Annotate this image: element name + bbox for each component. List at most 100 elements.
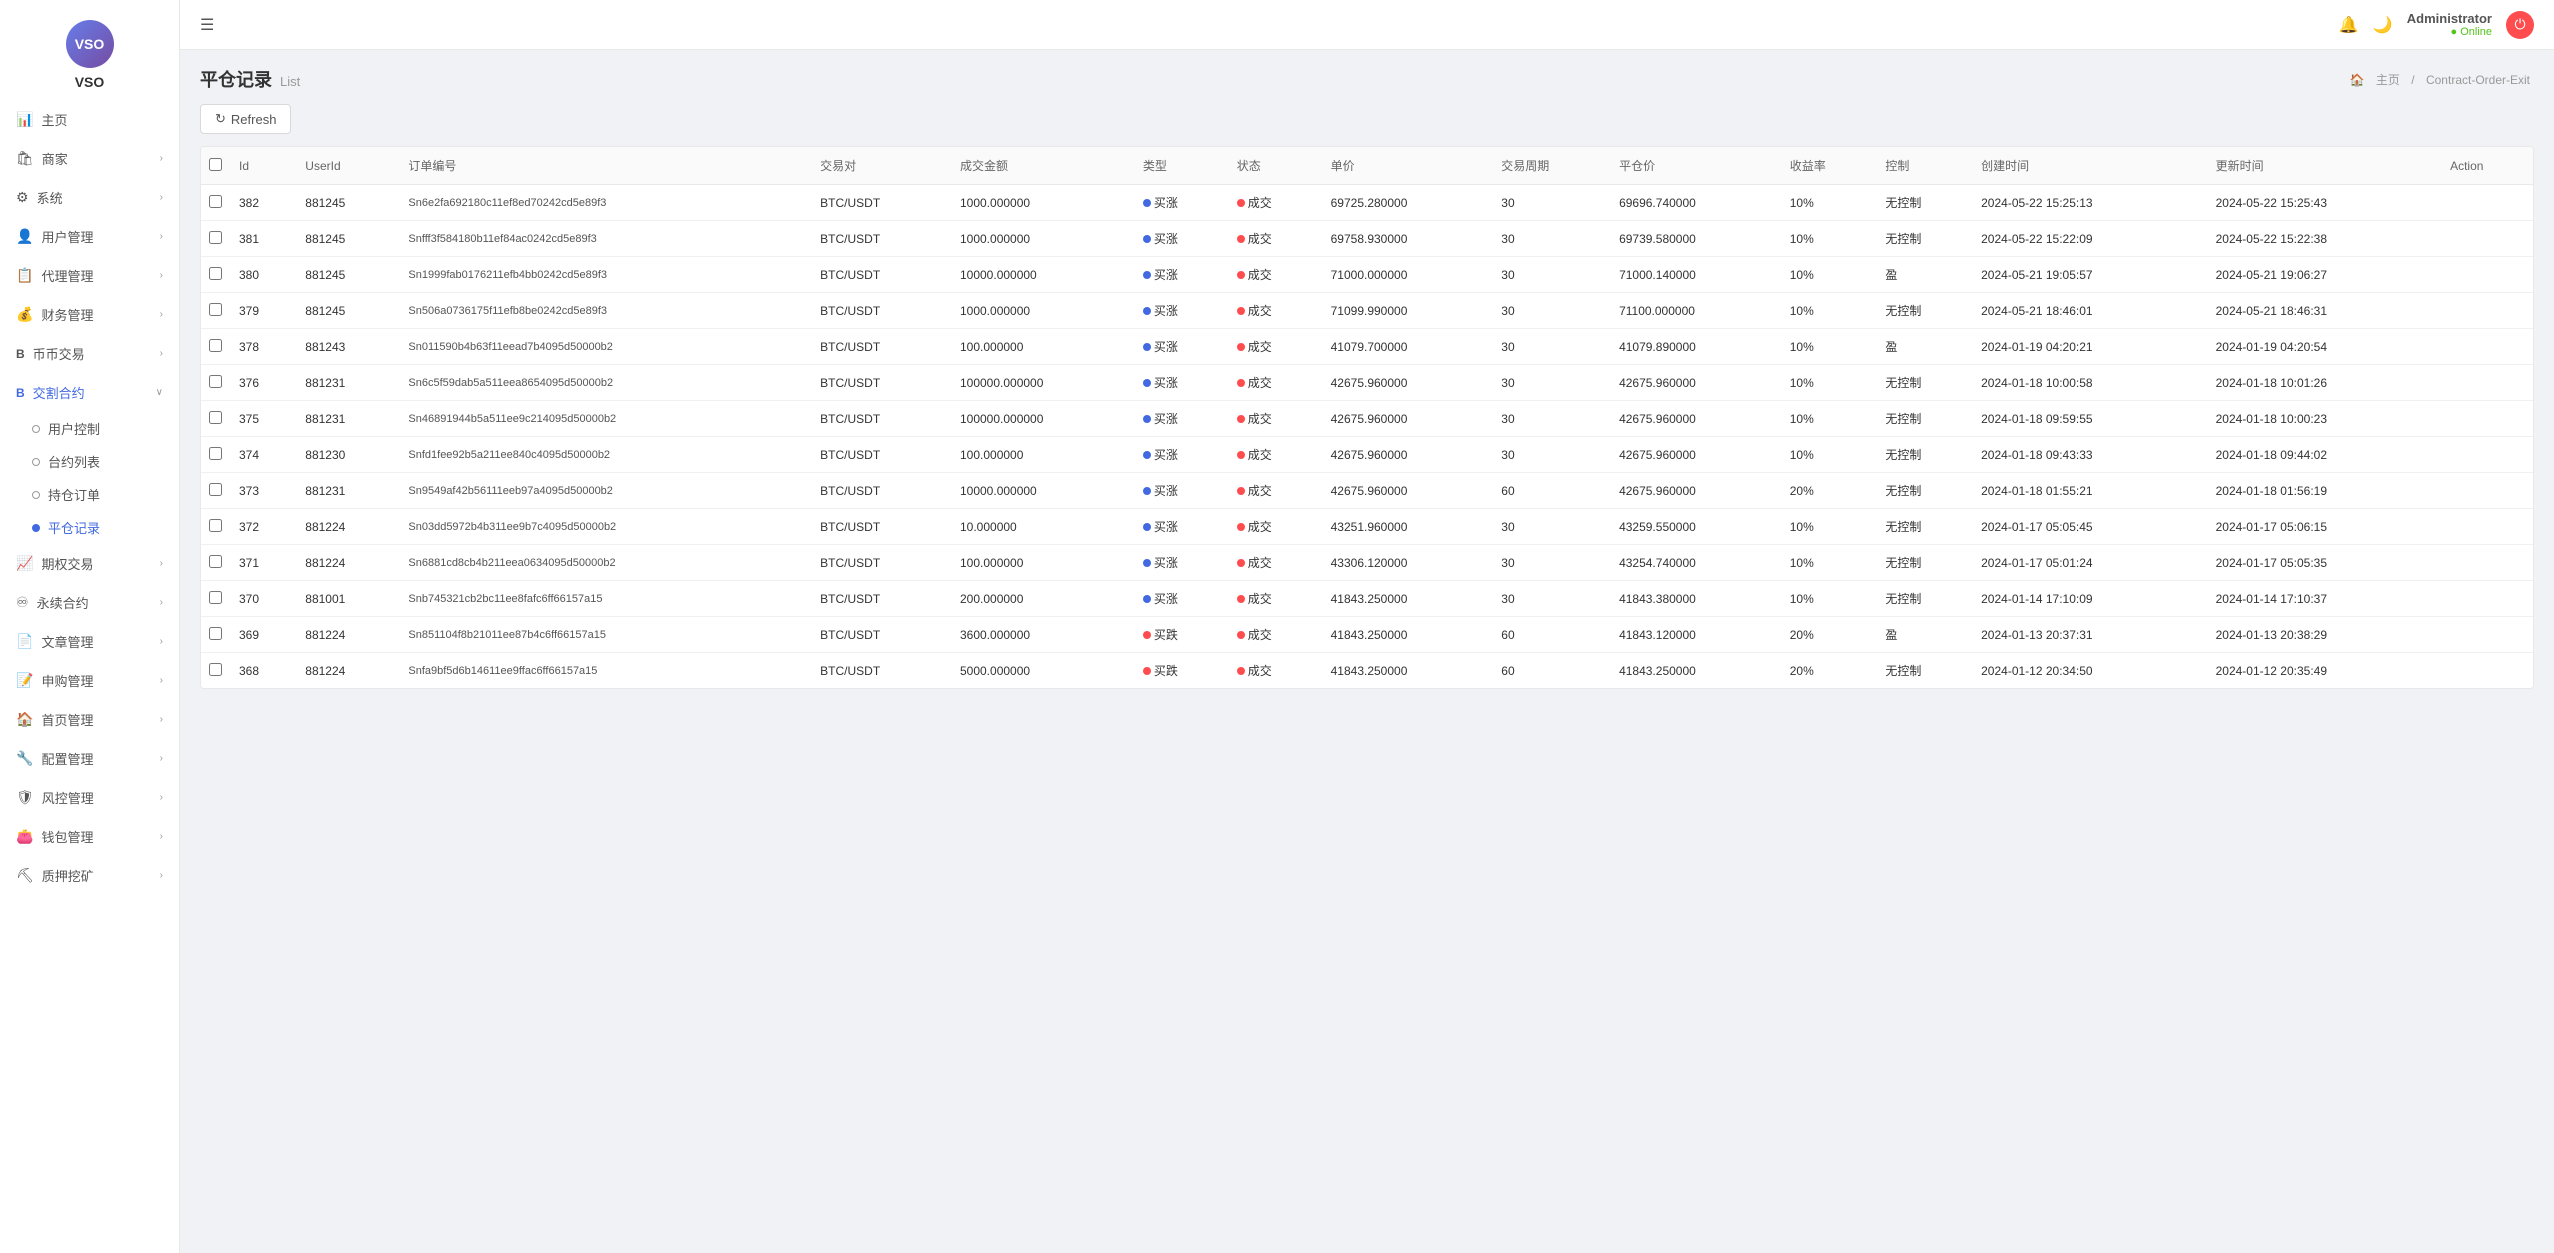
row-checkbox[interactable] [209, 267, 222, 280]
sidebar-item-user-mgmt[interactable]: 👤 用户管理 › [0, 217, 179, 256]
table-row: 374 881230 Snfd1fee92b5a211ee840c4095d50… [201, 437, 2533, 473]
hamburger-button[interactable]: ☰ [200, 15, 214, 35]
cell-action[interactable] [2442, 545, 2533, 581]
breadcrumb-home-link[interactable]: 主页 [2376, 73, 2400, 87]
sidebar-item-home[interactable]: 📊 主页 [0, 100, 179, 139]
sidebar-sub-user-control[interactable]: 用户控制 [0, 412, 179, 445]
cell-create-time: 2024-01-18 01:55:21 [1973, 473, 2207, 509]
table-row: 378 881243 Sn011590b4b63f11eead7b4095d50… [201, 329, 2533, 365]
select-all-checkbox[interactable] [209, 158, 222, 171]
sidebar-item-agent-mgmt[interactable]: 📋 代理管理 › [0, 256, 179, 295]
cell-update-time: 2024-05-22 15:22:38 [2208, 221, 2442, 257]
cell-id: 382 [231, 185, 297, 221]
sidebar-item-apply-mgmt[interactable]: 📝 申购管理 › [0, 661, 179, 700]
cell-userid: 881231 [297, 401, 400, 437]
sidebar-item-currency-trade[interactable]: B 币币交易 › [0, 334, 179, 373]
power-button[interactable]: ⏻ [2506, 11, 2534, 39]
sidebar-item-contract-trade[interactable]: B 交割合约 ∨ [0, 373, 179, 412]
table-row: 382 881245 Sn6e2fa692180c11ef8ed70242cd5… [201, 185, 2533, 221]
sidebar-item-article-mgmt[interactable]: 📄 文章管理 › [0, 622, 179, 661]
row-checkbox-cell [201, 293, 231, 329]
cell-action[interactable] [2442, 653, 2533, 689]
cell-action[interactable] [2442, 365, 2533, 401]
sidebar-item-risk-mgmt[interactable]: 🛡 风控管理 › [0, 778, 179, 817]
row-checkbox[interactable] [209, 555, 222, 568]
row-checkbox[interactable] [209, 483, 222, 496]
cell-id: 370 [231, 581, 297, 617]
cell-period: 30 [1493, 365, 1611, 401]
sidebar-item-merchant[interactable]: 🛍 商家 › [0, 139, 179, 178]
cell-action[interactable] [2442, 437, 2533, 473]
cell-action[interactable] [2442, 221, 2533, 257]
sidebar-item-config-mgmt[interactable]: 🔧 配置管理 › [0, 739, 179, 778]
cell-status: 成交 [1229, 653, 1323, 689]
topbar: ☰ 🔔 🌙 Administrator Online ⏻ [180, 0, 2554, 50]
row-checkbox[interactable] [209, 303, 222, 316]
cell-control: 无控制 [1877, 365, 1973, 401]
row-checkbox[interactable] [209, 519, 222, 532]
topbar-right: 🔔 🌙 Administrator Online ⏻ [2339, 11, 2534, 39]
type-dot-icon [1143, 307, 1151, 315]
row-checkbox[interactable] [209, 195, 222, 208]
cell-id: 373 [231, 473, 297, 509]
cell-action[interactable] [2442, 473, 2533, 509]
cell-action[interactable] [2442, 581, 2533, 617]
cell-amount: 100000.000000 [952, 365, 1135, 401]
cell-action[interactable] [2442, 329, 2533, 365]
status-label: 成交 [1248, 626, 1272, 643]
cell-yield: 20% [1782, 653, 1878, 689]
row-checkbox[interactable] [209, 411, 222, 424]
cell-action[interactable] [2442, 509, 2533, 545]
status-label: 成交 [1248, 518, 1272, 535]
cell-create-time: 2024-01-17 05:01:24 [1973, 545, 2207, 581]
sidebar-item-label: 系统 [37, 188, 63, 207]
type-label: 买跌 [1154, 662, 1178, 679]
agent-icon: 📋 [16, 267, 33, 284]
sidebar-sub-hold-order[interactable]: 持仓订单 [0, 478, 179, 511]
sidebar-sub-label: 平仓记录 [48, 518, 100, 537]
sidebar-sub-close-record[interactable]: 平仓记录 [0, 511, 179, 544]
cell-action[interactable] [2442, 293, 2533, 329]
cell-yield: 20% [1782, 473, 1878, 509]
cell-action[interactable] [2442, 401, 2533, 437]
breadcrumb-separator: / [2411, 73, 2414, 87]
row-checkbox-cell [201, 221, 231, 257]
system-icon: ⚙ [16, 189, 29, 206]
sidebar-item-perpetual[interactable]: ♾ 永续合约 › [0, 583, 179, 622]
cell-create-time: 2024-05-22 15:22:09 [1973, 221, 2207, 257]
cell-update-time: 2024-01-18 10:00:23 [2208, 401, 2442, 437]
sidebar-item-label: 文章管理 [41, 632, 93, 651]
sidebar-item-system[interactable]: ⚙ 系统 › [0, 178, 179, 217]
chevron-right-icon: › [160, 231, 163, 242]
type-dot-icon [1143, 451, 1151, 459]
row-checkbox[interactable] [209, 375, 222, 388]
sidebar-item-label: 商家 [42, 149, 68, 168]
sidebar-item-options-trade[interactable]: 📈 期权交易 › [0, 544, 179, 583]
row-checkbox[interactable] [209, 447, 222, 460]
col-header-userid: UserId [297, 147, 400, 185]
row-checkbox[interactable] [209, 627, 222, 640]
theme-toggle-icon[interactable]: 🌙 [2373, 15, 2393, 35]
sidebar-item-finance-mgmt[interactable]: 💰 财务管理 › [0, 295, 179, 334]
sidebar-sub-contract-list[interactable]: 台约列表 [0, 445, 179, 478]
col-header-price: 单价 [1323, 147, 1494, 185]
cell-price: 71000.000000 [1323, 257, 1494, 293]
status-dot-icon [1237, 343, 1245, 351]
cell-action[interactable] [2442, 257, 2533, 293]
refresh-button[interactable]: ↻ Refresh [200, 104, 291, 134]
notification-icon[interactable]: 🔔 [2339, 15, 2359, 35]
row-checkbox-cell [201, 509, 231, 545]
sidebar-item-homepage-mgmt[interactable]: 🏠 首页管理 › [0, 700, 179, 739]
row-checkbox[interactable] [209, 663, 222, 676]
cell-action[interactable] [2442, 185, 2533, 221]
row-checkbox[interactable] [209, 591, 222, 604]
status-dot-icon [1237, 199, 1245, 207]
sidebar-item-wallet-mgmt[interactable]: 👛 钱包管理 › [0, 817, 179, 856]
row-checkbox[interactable] [209, 339, 222, 352]
content-area: 平仓记录 List 🏠 主页 / Contract-Order-Exit ↻ R… [180, 50, 2554, 1253]
cell-amount: 10000.000000 [952, 257, 1135, 293]
cell-order-no: Snfa9bf5d6b14611ee9ffac6ff66157a15 [400, 653, 812, 689]
row-checkbox[interactable] [209, 231, 222, 244]
cell-action[interactable] [2442, 617, 2533, 653]
sidebar-item-mining[interactable]: ⛏ 质押挖矿 › [0, 856, 179, 895]
